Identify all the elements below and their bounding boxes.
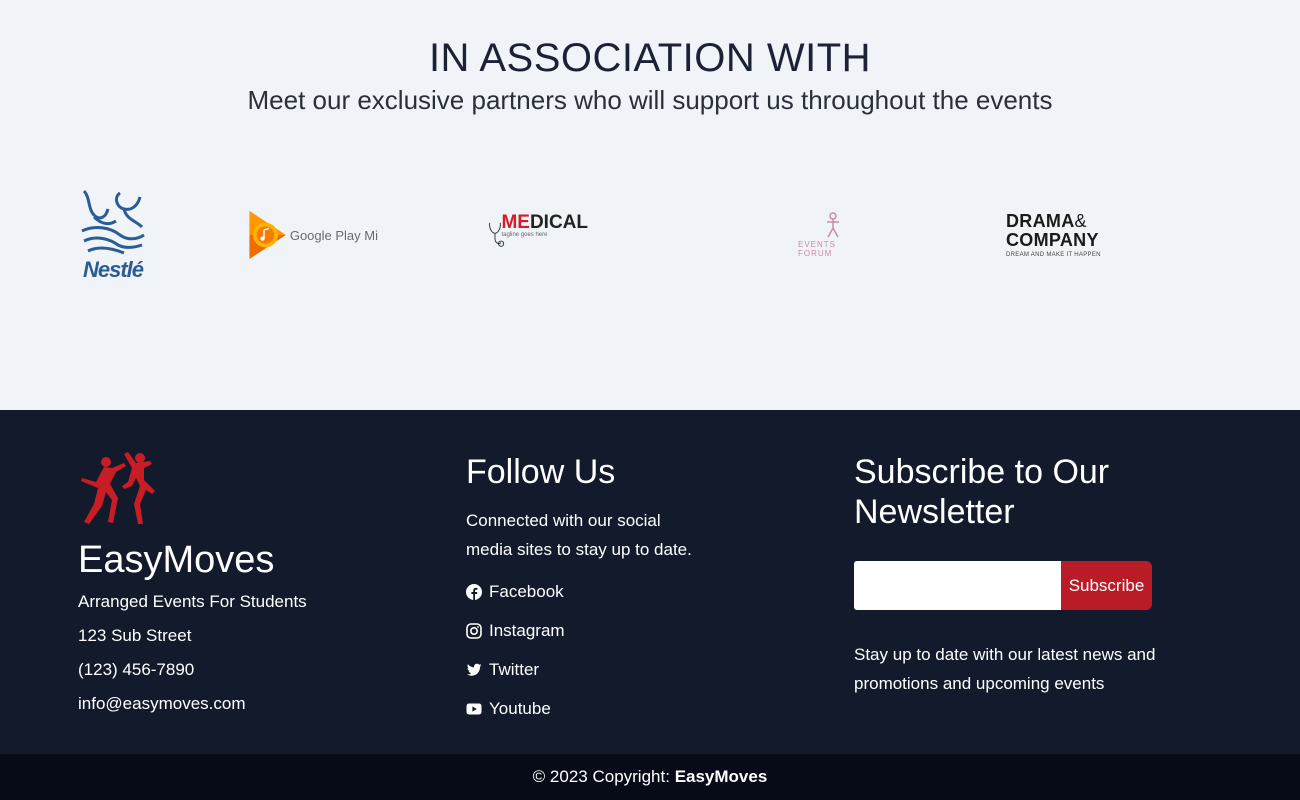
partner-logo-carousel[interactable]: Nestlé Google Play Mi MEDICAL tagline go… <box>78 180 1242 290</box>
twitter-icon <box>466 663 482 676</box>
partners-title: IN ASSOCIATION WITH <box>428 36 872 80</box>
partner-logo-google-play[interactable]: Google Play Mi <box>248 180 378 290</box>
partner-logo-word: EVENTS FORUM <box>798 240 837 258</box>
youtube-icon <box>466 703 482 714</box>
social-link-label: Instagram <box>489 620 565 640</box>
partner-logo-word: DRAMA <box>1006 211 1075 231</box>
easymoves-logo-icon <box>81 452 155 524</box>
footer-email: info@easymoves.com <box>78 694 246 713</box>
social-link-label: Twitter <box>489 659 540 679</box>
newsletter-note: Stay up to date with our latest news and… <box>854 645 1156 693</box>
social-link-label: Youtube <box>489 698 551 718</box>
newsletter-email-input[interactable] <box>854 561 1061 610</box>
partner-logo-word: Google Play Mi <box>289 227 378 243</box>
nestle-nest-icon <box>81 189 145 255</box>
partner-logo-word: ME <box>501 212 530 233</box>
site-footer: EasyMoves Arranged Events For Students 1… <box>0 410 1300 754</box>
footer-brand-name: EasyMoves <box>78 539 275 581</box>
partner-logo-nestle[interactable]: Nestlé <box>78 180 148 290</box>
instagram-icon <box>466 622 482 639</box>
social-link-twitter[interactable]: Twitter <box>466 650 786 689</box>
copyright-brand: EasyMoves <box>674 767 768 786</box>
footer-follow-column: Follow Us Connected with our social medi… <box>466 452 786 728</box>
footer-brand-column: EasyMoves Arranged Events For Students 1… <box>78 448 398 721</box>
copyright-text: © 2023 Copyright: <box>532 767 670 786</box>
social-link-facebook[interactable]: Facebook <box>466 572 786 611</box>
partner-logo-word: DICAL <box>529 212 588 233</box>
follow-description: Connected with our social media sites to… <box>466 511 692 559</box>
footer-brand-tagline: Arranged Events For Students <box>78 592 307 611</box>
copyright-bar: © 2023 Copyright: EasyMoves <box>0 754 1300 800</box>
dancer-figure-icon <box>827 212 839 238</box>
partner-logo-drama-company[interactable]: DRAMA& COMPANY DREAM AND MAKE IT HAPPEN <box>1006 180 1106 290</box>
partner-logo-ampersand: & <box>1074 211 1087 231</box>
google-play-music-icon <box>249 210 286 260</box>
footer-address: 123 Sub Street <box>78 626 192 645</box>
partner-logo-nestle-repeat[interactable]: N <box>1228 180 1242 290</box>
partner-logo-word: Nestlé <box>82 257 144 282</box>
social-link-label: Facebook <box>489 581 564 601</box>
footer-phone: (123) 456-7890 <box>78 660 195 679</box>
partner-logo-word: COMPANY <box>1006 230 1099 250</box>
social-link-youtube[interactable]: Youtube <box>466 689 786 728</box>
follow-title: Follow Us <box>466 453 616 491</box>
footer-newsletter-column: Subscribe to Our Newsletter Subscribe St… <box>854 452 1274 698</box>
social-links: Facebook Instagram Twitter Youtube <box>466 572 786 728</box>
newsletter-form: Subscribe <box>854 561 1274 610</box>
partners-subtitle: Meet our exclusive partners who will sup… <box>247 85 1053 115</box>
subscribe-button[interactable]: Subscribe <box>1061 561 1152 610</box>
facebook-icon <box>466 583 482 600</box>
partners-section: IN ASSOCIATION WITH Meet our exclusive p… <box>0 0 1300 410</box>
partner-logo-tagline: DREAM AND MAKE IT HAPPEN <box>1006 252 1101 258</box>
social-link-instagram[interactable]: Instagram <box>466 611 786 650</box>
partner-logo-events-forum[interactable]: EVENTS FORUM <box>798 180 868 290</box>
partner-logo-medical[interactable]: MEDICAL tagline goes here <box>488 180 588 290</box>
newsletter-title: Subscribe to Our Newsletter <box>854 453 1110 531</box>
